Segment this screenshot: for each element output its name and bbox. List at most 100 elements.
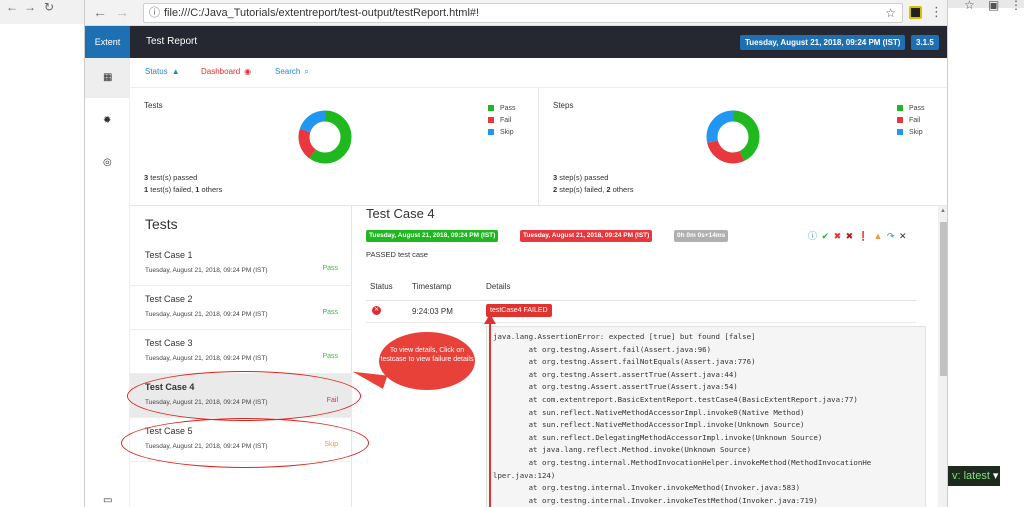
info-icon[interactable]: ⓘ xyxy=(808,229,817,242)
legend-fail: Fail xyxy=(897,115,925,127)
steps-summary-card: Steps Pass Fail Skip 3 step(s) passed 2 … xyxy=(539,88,947,206)
search-icon: ⌕ xyxy=(304,67,309,76)
test-name: Test Case 3 xyxy=(145,338,193,348)
version-selector[interactable]: v: latest ▾ xyxy=(946,466,1000,486)
legend-skip: Skip xyxy=(897,127,925,139)
test-detail-title: Test Case 4 xyxy=(366,206,435,221)
outer-extension-icon[interactable]: ▣ xyxy=(988,0,999,12)
tests-legend: Pass Fail Skip xyxy=(488,103,516,139)
test-date: Tuesday, August 21, 2018, 09:24 PM (IST) xyxy=(145,355,268,362)
address-bar[interactable]: ⓘ file:///C:/Java_Tutorials/extentreport… xyxy=(143,3,903,23)
url-text: file:///C:/Java_Tutorials/extentreport/t… xyxy=(164,7,480,19)
steps-card-title: Steps xyxy=(553,101,574,110)
steps-failed-line: 2 step(s) failed, 2 others xyxy=(553,185,634,194)
table-row-divider xyxy=(366,322,916,323)
summary-section: Tests Pass Fail Skip 3 test(s) passed 1 … xyxy=(130,88,947,206)
log-timestamp: 9:24:03 PM xyxy=(412,307,453,316)
highlight-ring-test4 xyxy=(127,371,361,421)
app-header: Extent Test Report Tuesday, August 21, 2… xyxy=(85,26,947,58)
test-item-2[interactable]: Test Case 2 Tuesday, August 21, 2018, 09… xyxy=(130,286,352,330)
tab-search[interactable]: Search ⌕ xyxy=(275,67,309,77)
tabs-bar: Status ▲ Dashboard ◉ Search ⌕ xyxy=(130,58,947,88)
outer-back-icon[interactable]: ← xyxy=(6,0,18,14)
outer-reload-icon[interactable]: ↻ xyxy=(44,0,54,14)
fatal-icon[interactable]: ✖ xyxy=(846,231,854,242)
test-date: Tuesday, August 21, 2018, 09:24 PM (IST) xyxy=(145,311,268,318)
test-date: Tuesday, August 21, 2018, 09:24 PM (IST) xyxy=(145,267,268,274)
error-icon[interactable]: ❗ xyxy=(858,231,869,242)
outer-forward-icon[interactable]: → xyxy=(24,0,36,14)
menu-icon[interactable]: ⋮ xyxy=(930,4,943,20)
report-version-badge: 3.1.5 xyxy=(911,35,939,50)
scrollbar-thumb[interactable] xyxy=(940,222,947,376)
back-icon[interactable]: ← xyxy=(93,4,107,20)
outer-menu-icon[interactable]: ⋮ xyxy=(1010,0,1022,12)
tests-passed-line: 3 test(s) passed xyxy=(144,173,198,182)
grid-view-icon[interactable]: ▦ xyxy=(103,72,112,83)
legend-fail-swatch xyxy=(897,117,903,124)
test-status: Pass xyxy=(322,309,338,316)
tests-list-heading: Tests xyxy=(145,216,178,232)
monitor-icon[interactable]: ▭ xyxy=(103,495,112,506)
steps-donut-chart xyxy=(706,110,760,164)
stack-trace: java.lang.AssertionError: expected [true… xyxy=(486,326,926,507)
report-title: Test Report xyxy=(146,36,198,47)
col-details: Details xyxy=(486,282,511,291)
report-date-badge: Tuesday, August 21, 2018, 09:24 PM (IST) xyxy=(740,35,906,50)
tests-failed-line: 1 test(s) failed, 1 others xyxy=(144,185,223,194)
legend-pass: Pass xyxy=(897,103,925,115)
table-header-divider xyxy=(366,300,916,301)
warning-icon: ▲ xyxy=(171,67,180,76)
steps-passed-line: 3 step(s) passed xyxy=(553,173,609,182)
col-timestamp: Timestamp xyxy=(412,282,452,291)
clear-icon[interactable]: ✕ xyxy=(899,231,907,242)
legend-pass-swatch xyxy=(488,105,494,112)
version-label: v: latest xyxy=(952,470,990,482)
legend-pass-swatch xyxy=(897,105,903,112)
legend-skip-swatch xyxy=(488,129,494,136)
pass-icon[interactable]: ✔ xyxy=(822,231,830,242)
duration-badge: 0h 0m 0s+14ms xyxy=(674,230,729,242)
skip-icon[interactable]: ↷ xyxy=(887,231,895,242)
test-name: Test Case 1 xyxy=(145,250,193,260)
status-filter-icons: ⓘ ✔ ✖ ✖ ❗ ▲ ↷ ✕ xyxy=(808,229,909,242)
outer-browser-nav: ← → ↻ xyxy=(0,0,84,24)
caret-down-icon: ▾ xyxy=(992,470,999,482)
test-name: Test Case 2 xyxy=(145,294,193,304)
highlight-ring-test5 xyxy=(121,418,369,468)
test-item-1[interactable]: Test Case 1 Tuesday, August 21, 2018, 09… xyxy=(130,242,352,286)
col-status: Status xyxy=(370,282,393,291)
tab-status[interactable]: Status ▲ xyxy=(145,67,180,76)
tests-card-title: Tests xyxy=(144,101,163,110)
browser-toolbar: ← → ⓘ file:///C:/Java_Tutorials/extentre… xyxy=(85,0,947,26)
legend-fail: Fail xyxy=(488,115,516,127)
annotation-callout: To view details, Click on testcase to vi… xyxy=(379,332,475,390)
fail-icon[interactable]: ✖ xyxy=(834,231,842,242)
tests-donut-chart xyxy=(298,110,352,164)
end-time-badge: Tuesday, August 21, 2018, 09:24 PM (IST) xyxy=(520,230,653,242)
fail-status-icon: ✕ xyxy=(372,306,381,315)
steps-stats: 3 step(s) passed 2 step(s) failed, 2 oth… xyxy=(553,172,633,196)
test-description: PASSED test case xyxy=(366,250,428,259)
tab-dashboard[interactable]: Dashboard ◉ xyxy=(201,67,251,76)
bug-icon[interactable]: ✹ xyxy=(103,115,111,126)
test-status: Pass xyxy=(322,353,338,360)
legend-pass: Pass xyxy=(488,103,516,115)
legend-skip: Skip xyxy=(488,127,516,139)
brand-logo[interactable]: Extent xyxy=(85,26,130,58)
dashboard-icon: ◉ xyxy=(244,67,252,76)
extension-icon[interactable] xyxy=(909,6,922,19)
annotation-arrow xyxy=(489,322,491,507)
tests-summary-card: Tests Pass Fail Skip 3 test(s) passed 1 … xyxy=(130,88,538,206)
test-item-3[interactable]: Test Case 3 Tuesday, August 21, 2018, 09… xyxy=(130,330,352,374)
info-circle-icon[interactable]: ⓘ xyxy=(149,4,160,22)
scroll-up-icon[interactable]: ▲ xyxy=(940,208,946,214)
warning-icon[interactable]: ▲ xyxy=(873,231,882,241)
outer-star-icon[interactable]: ☆ xyxy=(964,0,975,12)
legend-skip-swatch xyxy=(897,129,903,136)
forward-icon[interactable]: → xyxy=(115,4,129,20)
outer-toolbar: ☆ ▣ ⋮ xyxy=(948,0,1024,14)
star-icon[interactable]: ☆ xyxy=(885,4,896,22)
start-time-badge: Tuesday, August 21, 2018, 09:24 PM (IST) xyxy=(366,230,499,242)
dashboard-icon[interactable]: ◎ xyxy=(103,157,112,168)
